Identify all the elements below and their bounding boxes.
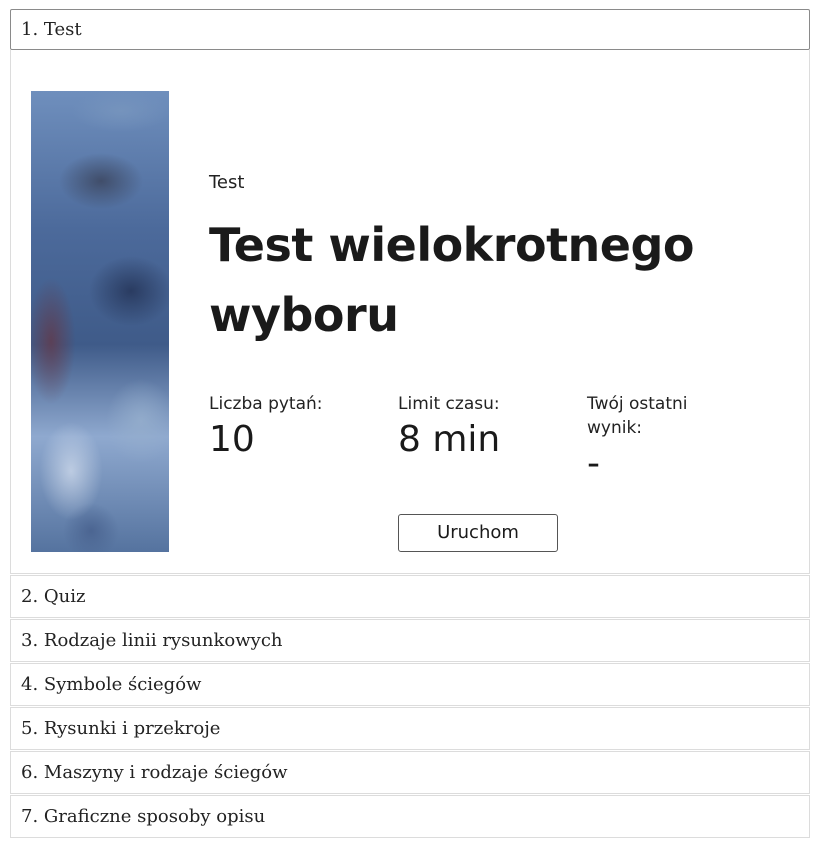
- test-title: Test wielokrotnego wyboru: [209, 218, 695, 342]
- stat-value: 8 min: [398, 419, 501, 460]
- accordion-item-quiz[interactable]: 2. Quiz: [10, 575, 810, 618]
- stat-last-score: Twój ostatni wynik: -: [587, 392, 727, 486]
- accordion-item-machines-stitches[interactable]: 6. Maszyny i rodzaje ściegów: [10, 751, 810, 794]
- stat-question-count: Liczba pytań: 10: [209, 392, 359, 462]
- accordion-panel-test: Test Test wielokrotnego wyboru Liczba py…: [10, 50, 810, 574]
- stat-label: Limit czasu:: [398, 394, 500, 414]
- stat-label: Twój ostatni wynik:: [587, 394, 688, 438]
- accordion-item-line-types[interactable]: 3. Rodzaje linii rysunkowych: [10, 619, 810, 662]
- accordion-item-drawings-sections[interactable]: 5. Rysunki i przekroje: [10, 707, 810, 750]
- stat-value: -: [587, 443, 600, 484]
- cover-image: [31, 91, 169, 552]
- accordion-item-stitch-symbols[interactable]: 4. Symbole ściegów: [10, 663, 810, 706]
- stat-time-limit: Limit czasu: 8 min: [398, 392, 548, 462]
- accordion-item-test[interactable]: 1. Test: [10, 9, 810, 50]
- start-button[interactable]: Uruchom: [398, 514, 558, 552]
- accordion-item-graphic-methods[interactable]: 7. Graficzne sposoby opisu: [10, 795, 810, 838]
- accordion: 1. Test Test Test wielokrotnego wyboru L…: [10, 9, 810, 838]
- stat-label: Liczba pytań:: [209, 394, 323, 414]
- activity-kind: Test: [209, 172, 245, 193]
- stat-value: 10: [209, 419, 255, 460]
